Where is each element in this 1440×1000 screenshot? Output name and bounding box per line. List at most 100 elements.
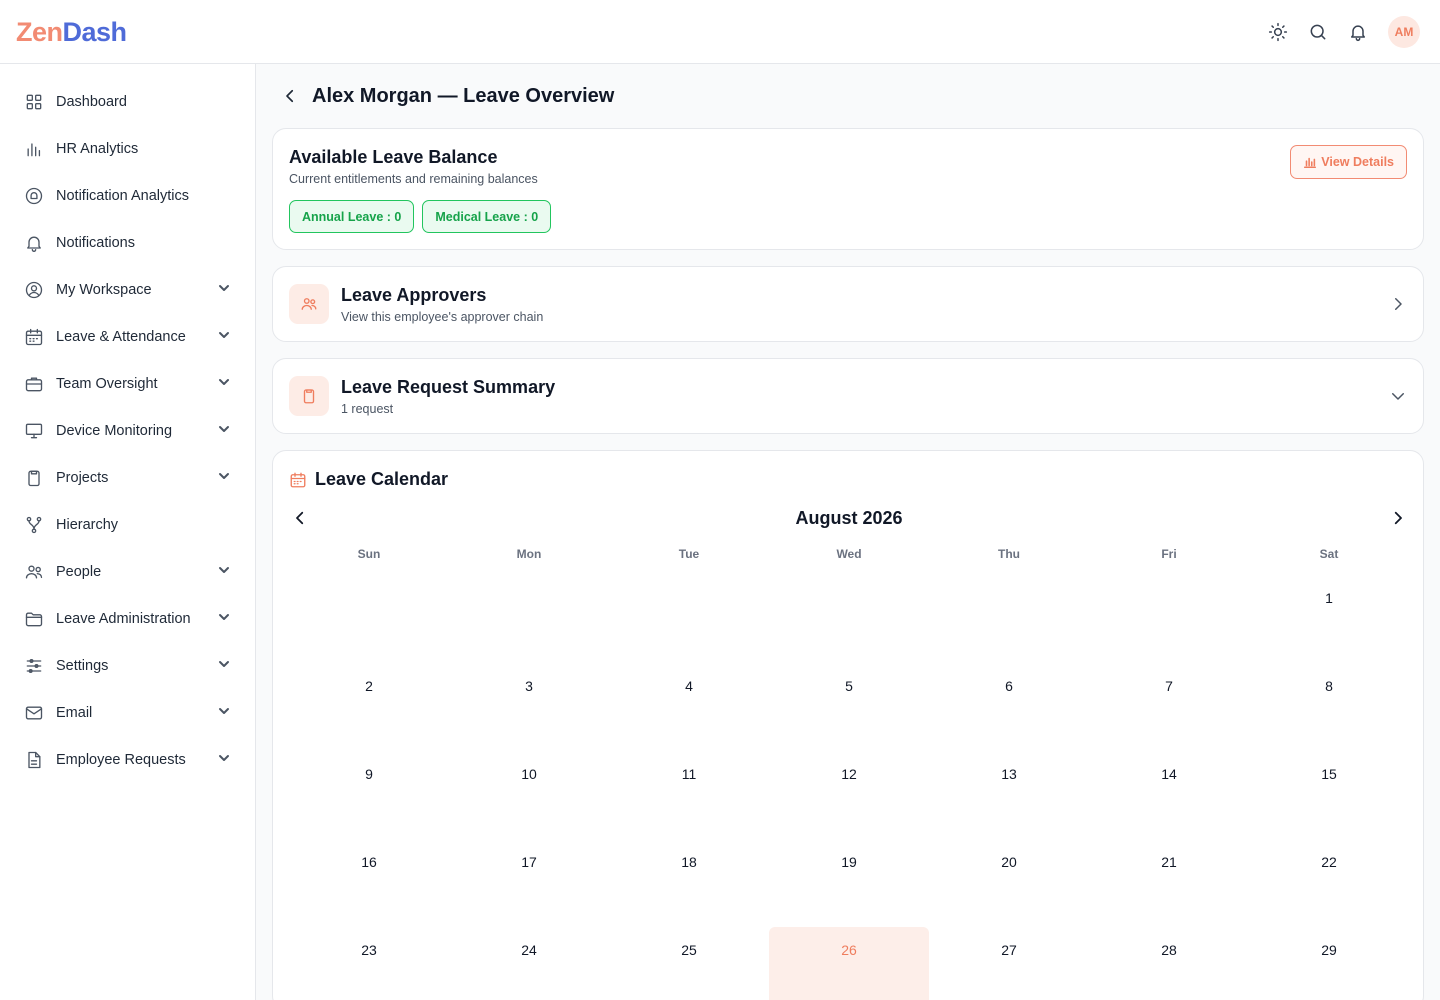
calendar-day[interactable]: 16: [289, 839, 449, 927]
calendar-day[interactable]: 28: [1089, 927, 1249, 1000]
calendar-empty-cell: [1089, 575, 1249, 663]
sidebar-item-label: Settings: [56, 657, 109, 674]
sidebar-item-notifications[interactable]: Notifications: [0, 219, 255, 266]
monitor-icon: [24, 421, 44, 441]
sidebar-item-leave-and-attendance[interactable]: Leave & Attendance: [0, 313, 255, 360]
page-title: Alex Morgan — Leave Overview: [312, 84, 615, 107]
calendar-day[interactable]: 18: [609, 839, 769, 927]
sidebar-item-hierarchy[interactable]: Hierarchy: [0, 501, 255, 548]
sidebar-item-projects[interactable]: Projects: [0, 454, 255, 501]
sidebar-item-label: Dashboard: [56, 93, 127, 110]
month-navigation: August 2026: [289, 507, 1409, 529]
calendar-day[interactable]: 3: [449, 663, 609, 751]
sidebar-item-employee-requests[interactable]: Employee Requests: [0, 736, 255, 783]
calendar-day[interactable]: 11: [609, 751, 769, 839]
calendar-day[interactable]: 23: [289, 927, 449, 1000]
mail-icon: [24, 703, 44, 723]
chevron-down-icon[interactable]: [216, 374, 232, 390]
calendar-day[interactable]: 2: [289, 663, 449, 751]
sidebar-item-label: Team Oversight: [56, 375, 158, 392]
sidebar-item-email[interactable]: Email: [0, 689, 255, 736]
chevron-down-icon[interactable]: [216, 750, 232, 766]
hierarchy-icon: [24, 515, 44, 535]
leave-calendar-card: Leave Calendar August 2026 Sun Mon Tue Wed T…: [272, 450, 1424, 1000]
month-label: August 2026: [795, 508, 903, 528]
header-actions: AM: [1268, 16, 1420, 48]
sidebar-item-dashboard[interactable]: Dashboard: [0, 78, 255, 125]
chevron-down-icon[interactable]: [216, 609, 232, 625]
calendar-day[interactable]: 19: [769, 839, 929, 927]
sidebar-nav: Dashboard HR Analytics Notification Analyt…: [0, 64, 256, 1000]
chevron-down-icon[interactable]: [216, 562, 232, 578]
calendar-day[interactable]: 12: [769, 751, 929, 839]
calendar-day[interactable]: 17: [449, 839, 609, 927]
calendar-day[interactable]: 21: [1089, 839, 1249, 927]
chevron-down-icon[interactable]: [216, 656, 232, 672]
sidebar-item-people[interactable]: People: [0, 548, 255, 595]
calendar-day[interactable]: 14: [1089, 751, 1249, 839]
sidebar-item-label: Notification Analytics: [56, 187, 189, 204]
view-details-button[interactable]: View Details: [1290, 145, 1407, 179]
back-arrow-icon[interactable]: [280, 84, 300, 108]
user-avatar[interactable]: AM: [1388, 16, 1420, 48]
approvers-users-icon: [289, 284, 329, 324]
calendar-day[interactable]: 22: [1249, 839, 1409, 927]
view-details-label: View Details: [1321, 155, 1394, 169]
calendar-day[interactable]: 6: [929, 663, 1089, 751]
bell-icon: [24, 233, 44, 253]
annual-leave-chip: Annual Leave : 0: [289, 200, 415, 233]
sidebar-item-device-monitoring[interactable]: Device Monitoring: [0, 407, 255, 454]
sidebar-item-label: Hierarchy: [56, 516, 119, 533]
next-month-chevron-right-icon[interactable]: [1387, 507, 1409, 529]
calendar-day[interactable]: 27: [929, 927, 1089, 1000]
summary-clipboard-icon: [289, 376, 329, 416]
chevron-down-icon[interactable]: [216, 421, 232, 437]
chevron-down-icon[interactable]: [216, 703, 232, 719]
leave-approvers-row[interactable]: Leave Approvers View this employee's app…: [272, 266, 1424, 342]
calendar-day[interactable]: 13: [929, 751, 1089, 839]
calendar-day[interactable]: 5: [769, 663, 929, 751]
calendar-icon: [24, 327, 44, 347]
sidebar-item-label: Leave & Attendance: [56, 328, 186, 345]
calendar-day[interactable]: 7: [1089, 663, 1249, 751]
leave-balance-subtitle: Current entitlements and remaining balan…: [289, 172, 538, 186]
sidebar-item-notification-analytics[interactable]: Notification Analytics: [0, 172, 255, 219]
calendar-day[interactable]: 8: [1249, 663, 1409, 751]
sidebar-item-label: HR Analytics: [56, 140, 139, 157]
calendar-empty-cell: [929, 575, 1089, 663]
calendar-day-highlighted[interactable]: 26: [769, 927, 929, 1000]
calendar-day[interactable]: 1: [1249, 575, 1409, 663]
calendar-day[interactable]: 4: [609, 663, 769, 751]
leave-balance-title: Available Leave Balance: [289, 147, 498, 167]
notification-bell-icon[interactable]: [1348, 22, 1368, 42]
calendar-day[interactable]: 10: [449, 751, 609, 839]
chevron-down-icon[interactable]: [216, 280, 232, 296]
calendar-day[interactable]: 9: [289, 751, 449, 839]
users-icon: [24, 562, 44, 582]
weekday-sat: Sat: [1319, 547, 1339, 561]
approvers-subtitle: View this employee's approver chain: [341, 310, 544, 324]
sidebar-item-settings[interactable]: Settings: [0, 642, 255, 689]
calendar-day[interactable]: 29: [1249, 927, 1409, 1000]
sidebar-item-hr-analytics[interactable]: HR Analytics: [0, 125, 255, 172]
weekday-thu: Thu: [998, 547, 1020, 561]
sidebar-item-leave-administration[interactable]: Leave Administration: [0, 595, 255, 642]
calendar-day[interactable]: 20: [929, 839, 1089, 927]
weekday-sun: Sun: [357, 547, 381, 561]
calendar-empty-cell: [609, 575, 769, 663]
sidebar-item-label: My Workspace: [56, 281, 152, 298]
leave-balance-card: Available Leave Balance Current entitlem…: [272, 128, 1424, 250]
zendash-logo[interactable]: ZenDash: [16, 16, 127, 48]
sidebar-item-label: Leave Administration: [56, 610, 191, 627]
sidebar-item-my-workspace[interactable]: My Workspace: [0, 266, 255, 313]
chevron-down-icon[interactable]: [216, 327, 232, 343]
sidebar-item-team-oversight[interactable]: Team Oversight: [0, 360, 255, 407]
calendar-day[interactable]: 25: [609, 927, 769, 1000]
leave-request-summary-row[interactable]: Leave Request Summary 1 request: [272, 358, 1424, 434]
calendar-header: Leave Calendar: [289, 469, 448, 490]
calendar-day[interactable]: 24: [449, 927, 609, 1000]
calendar-day[interactable]: 15: [1249, 751, 1409, 839]
search-icon[interactable]: [1308, 22, 1328, 42]
theme-toggle-sun-icon[interactable]: [1268, 22, 1288, 42]
chevron-down-icon[interactable]: [216, 468, 232, 484]
